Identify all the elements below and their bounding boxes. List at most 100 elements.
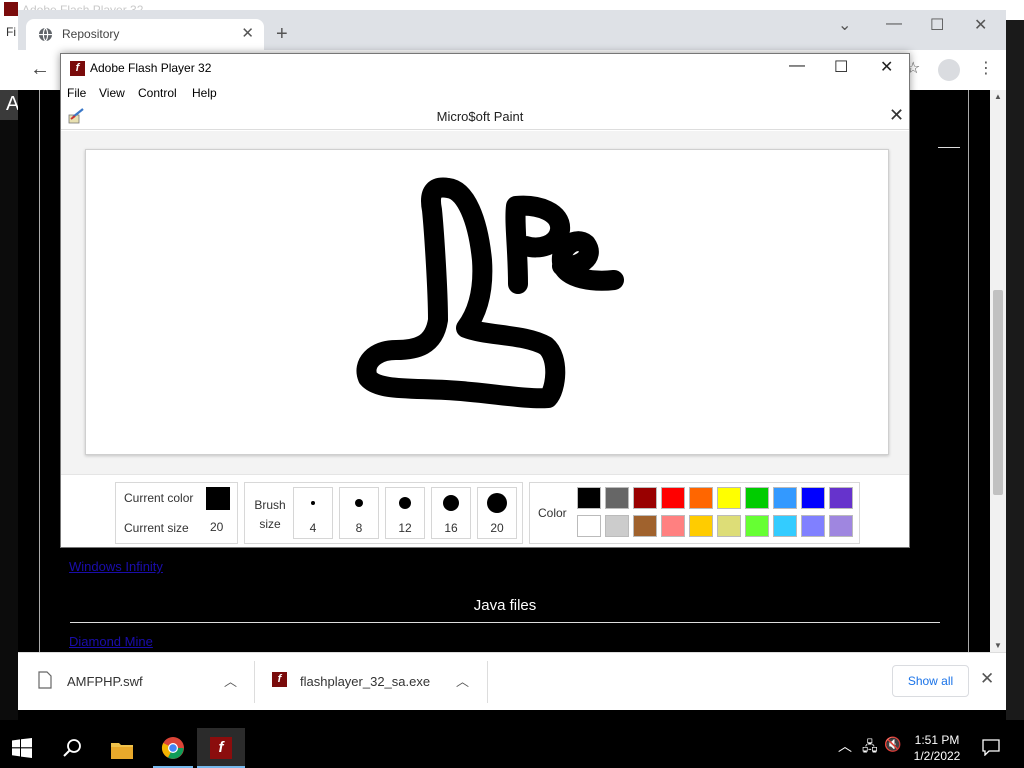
brush-dot-icon bbox=[311, 501, 315, 505]
color-swatch[interactable] bbox=[801, 487, 825, 509]
color-swatch[interactable] bbox=[745, 515, 769, 537]
brush-dot-icon bbox=[399, 497, 411, 509]
chrome-icon[interactable] bbox=[161, 736, 185, 760]
menu-file[interactable]: File bbox=[67, 86, 86, 100]
color-swatch[interactable] bbox=[605, 515, 629, 537]
scroll-up-arrow-icon[interactable]: ▲ bbox=[994, 92, 1002, 101]
color-swatch[interactable] bbox=[829, 515, 853, 537]
maximize-button[interactable]: ☐ bbox=[930, 15, 944, 35]
color-swatch[interactable] bbox=[633, 515, 657, 537]
maximize-button[interactable]: ☐ bbox=[834, 57, 848, 77]
brush-size-20[interactable]: 20 bbox=[477, 487, 517, 539]
paint-app: Micro$oft Paint ✕ Current color Current … bbox=[61, 104, 909, 547]
scrollbar-thumb[interactable] bbox=[993, 290, 1003, 495]
color-swatch[interactable] bbox=[829, 487, 853, 509]
page-scrollbar[interactable]: ▲ ▼ bbox=[990, 90, 1006, 652]
minimize-button[interactable]: — bbox=[886, 15, 902, 33]
flash-icon: f bbox=[272, 672, 287, 687]
color-swatch[interactable] bbox=[773, 515, 797, 537]
current-color-swatch bbox=[206, 487, 230, 510]
color-swatch[interactable] bbox=[717, 515, 741, 537]
tab-repository[interactable]: Repository ✕ bbox=[26, 19, 264, 50]
color-swatch[interactable] bbox=[605, 487, 629, 509]
color-swatch[interactable] bbox=[745, 487, 769, 509]
brush-label-line1: Brush bbox=[254, 498, 286, 512]
flash-icon: f bbox=[210, 737, 232, 759]
menu-control[interactable]: Control bbox=[138, 86, 177, 100]
taskbar-clock[interactable]: 1:51 PM 1/2/2022 bbox=[902, 732, 972, 764]
divider bbox=[70, 622, 940, 623]
brush-size-number: 8 bbox=[355, 521, 363, 535]
close-button[interactable]: ✕ bbox=[974, 15, 987, 35]
color-swatch[interactable] bbox=[717, 487, 741, 509]
network-icon[interactable]: 🖧 bbox=[862, 736, 878, 760]
clock-time: 1:51 PM bbox=[914, 733, 960, 747]
search-icon[interactable] bbox=[62, 738, 82, 758]
menu-help[interactable]: Help bbox=[192, 86, 217, 100]
clock-date: 1/2/2022 bbox=[913, 749, 961, 763]
menu-view[interactable]: View bbox=[99, 86, 125, 100]
link-windows-infinity[interactable]: Windows Infinity bbox=[69, 559, 163, 574]
divider bbox=[487, 661, 488, 703]
taskbar: f ︿ 🖧 🔇 1:51 PM 1/2/2022 bbox=[0, 728, 1024, 768]
notification-icon[interactable] bbox=[982, 738, 1000, 756]
file-icon bbox=[38, 671, 52, 689]
profile-avatar[interactable] bbox=[938, 59, 960, 81]
flash-icon bbox=[4, 2, 18, 16]
download-bar: AMFPHP.swf ︿ f flashplayer_32_sa.exe ︿ S… bbox=[18, 652, 1006, 710]
divider bbox=[938, 147, 960, 148]
chevron-up-icon[interactable]: ︿ bbox=[838, 736, 852, 756]
chevron-up-icon[interactable]: ︿ bbox=[456, 671, 469, 690]
brush-size-number: 12 bbox=[398, 521, 412, 535]
windows-start-icon[interactable] bbox=[12, 738, 32, 758]
background-menu-text: Fi bbox=[6, 25, 16, 39]
tab-strip: Repository ✕ + ⌄ — ☐ ✕ bbox=[18, 10, 1006, 50]
current-size-value: 20 bbox=[210, 520, 224, 534]
taskbar-flash-player[interactable]: f bbox=[197, 728, 245, 768]
brush-dot-icon bbox=[487, 493, 507, 513]
color-palette-panel: Color bbox=[529, 482, 860, 544]
background-right-edge bbox=[1006, 20, 1024, 720]
color-label: Color bbox=[538, 506, 567, 520]
current-settings-panel: Current color Current size 20 bbox=[115, 482, 238, 544]
link-diamond-mine[interactable]: Diamond Mine bbox=[69, 634, 153, 649]
volume-muted-icon[interactable]: 🔇 bbox=[884, 736, 901, 753]
show-all-button[interactable]: Show all bbox=[892, 665, 969, 697]
brush-size-8[interactable]: 8 bbox=[339, 487, 379, 539]
color-swatch[interactable] bbox=[689, 487, 713, 509]
scroll-down-arrow-icon[interactable]: ▼ bbox=[994, 641, 1002, 650]
color-swatch[interactable] bbox=[689, 515, 713, 537]
background-left-edge bbox=[0, 120, 18, 720]
close-download-bar-icon[interactable]: ✕ bbox=[980, 669, 994, 689]
close-button[interactable]: ✕ bbox=[880, 57, 893, 77]
flash-window-title: Adobe Flash Player 32 bbox=[90, 61, 212, 75]
download-item[interactable]: f flashplayer_32_sa.exe ︿ bbox=[255, 653, 487, 711]
color-swatch[interactable] bbox=[633, 487, 657, 509]
back-button[interactable]: ← bbox=[30, 58, 50, 81]
download-item[interactable]: AMFPHP.swf ︿ bbox=[18, 653, 254, 711]
brush-dot-icon bbox=[355, 499, 363, 507]
tab-title: Repository bbox=[62, 27, 120, 41]
color-swatch[interactable] bbox=[577, 487, 601, 509]
minimize-button[interactable]: — bbox=[789, 57, 805, 75]
brush-size-label: Brush size bbox=[253, 496, 287, 534]
color-swatch[interactable] bbox=[661, 487, 685, 509]
paint-title: Micro$oft Paint bbox=[436, 109, 524, 124]
brush-size-12[interactable]: 12 bbox=[385, 487, 425, 539]
new-tab-button[interactable]: + bbox=[276, 23, 288, 46]
color-swatch[interactable] bbox=[577, 515, 601, 537]
file-explorer-icon[interactable] bbox=[110, 738, 134, 762]
color-swatch[interactable] bbox=[773, 487, 797, 509]
color-swatch[interactable] bbox=[661, 515, 685, 537]
brush-size-16[interactable]: 16 bbox=[431, 487, 471, 539]
background-page-fragment: A bbox=[0, 90, 20, 120]
download-name: AMFPHP.swf bbox=[67, 674, 143, 689]
menu-kebab-icon[interactable]: ⋮ bbox=[978, 58, 994, 78]
tab-close-icon[interactable]: ✕ bbox=[241, 24, 254, 42]
color-swatch[interactable] bbox=[801, 515, 825, 537]
close-icon[interactable]: ✕ bbox=[889, 105, 904, 126]
chevron-up-icon[interactable]: ︿ bbox=[224, 671, 237, 690]
brush-size-4[interactable]: 4 bbox=[293, 487, 333, 539]
drawing-canvas[interactable] bbox=[85, 149, 889, 455]
tab-search-icon[interactable]: ⌄ bbox=[838, 15, 851, 35]
